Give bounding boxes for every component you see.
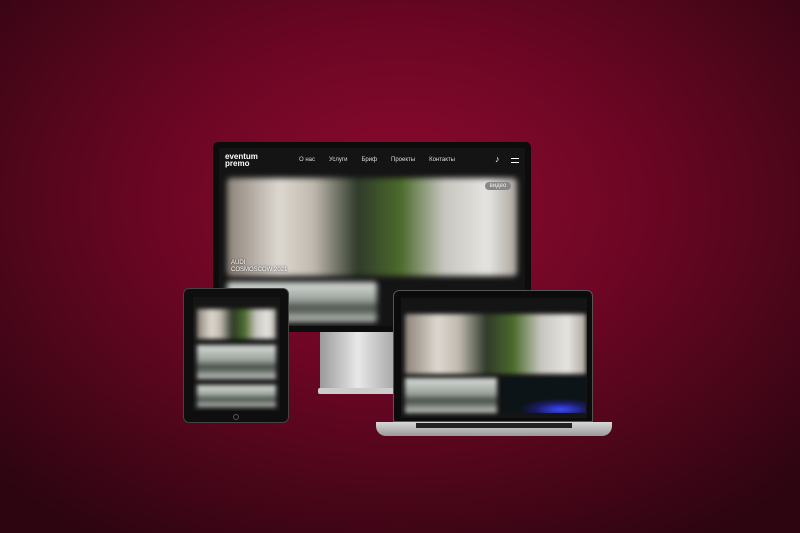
monitor-base xyxy=(318,388,398,394)
logo[interactable]: eventum premo xyxy=(225,152,265,167)
top-nav: О нас Услуги Бриф Проекты Контакты xyxy=(299,157,455,163)
laptop-card-1[interactable] xyxy=(405,378,497,413)
nav-item-services[interactable]: Услуги xyxy=(329,157,347,163)
laptop-card-2[interactable] xyxy=(501,378,586,413)
caption-line-1: AUDI xyxy=(231,260,246,266)
laptop xyxy=(393,290,593,422)
caption-line-2: COSMOSCOW 2021 xyxy=(231,266,288,273)
hero-badge[interactable]: видео xyxy=(485,182,511,190)
music-note-icon[interactable]: ♪ xyxy=(495,154,500,164)
laptop-base xyxy=(376,422,612,436)
laptop-screen xyxy=(401,298,587,418)
tablet-card-2[interactable] xyxy=(197,385,276,407)
tablet xyxy=(183,288,289,423)
keyboard xyxy=(416,423,572,428)
tablet-screen xyxy=(193,297,280,411)
hamburger-menu-icon[interactable] xyxy=(511,158,519,163)
nav-item-brief[interactable]: Бриф xyxy=(361,157,377,163)
nav-item-about[interactable]: О нас xyxy=(299,157,315,163)
laptop-hero[interactable] xyxy=(405,314,586,374)
nav-item-contacts[interactable]: Контакты xyxy=(429,157,455,163)
tablet-hero[interactable] xyxy=(197,309,276,339)
home-button[interactable] xyxy=(233,414,239,420)
nav-item-projects[interactable]: Проекты xyxy=(391,157,415,163)
hero-caption: AUDI COSMOSCOW 2021 xyxy=(231,260,287,274)
monitor-stand xyxy=(320,332,396,390)
tablet-card-1[interactable] xyxy=(197,345,276,379)
